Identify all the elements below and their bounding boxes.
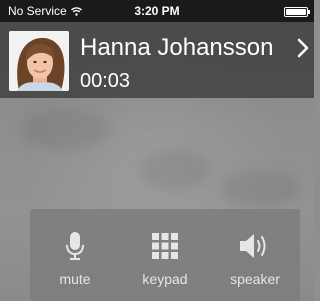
keypad-label: keypad [142,271,188,287]
call-screen: No Service 3:20 PM Hanna Johansson 00:03… [0,0,314,301]
background-blur [140,150,210,190]
battery-icon [284,7,310,17]
speaker-label: speaker [230,271,280,287]
background-blur [20,110,110,150]
call-header[interactable]: Hanna Johansson 00:03 [0,22,314,98]
background-blur [220,170,300,206]
call-controls-panel: mute keypad speaker [30,209,300,301]
status-time: 3:20 PM [134,4,180,18]
caller-name: Hanna Johansson [80,34,274,61]
chevron-right-icon[interactable] [296,36,310,60]
caller-photo [9,31,69,91]
avatar [9,31,69,91]
call-duration: 00:03 [80,70,131,92]
microphone-icon [65,231,85,261]
speaker-button[interactable]: speaker [210,209,300,301]
speaker-icon [238,231,272,261]
keypad-button[interactable]: keypad [120,209,210,301]
mute-label: mute [59,271,91,287]
keypad-icon [150,231,180,261]
mute-button[interactable]: mute [30,209,120,301]
battery-fill [286,9,306,15]
status-bar: No Service 3:20 PM [0,0,314,22]
